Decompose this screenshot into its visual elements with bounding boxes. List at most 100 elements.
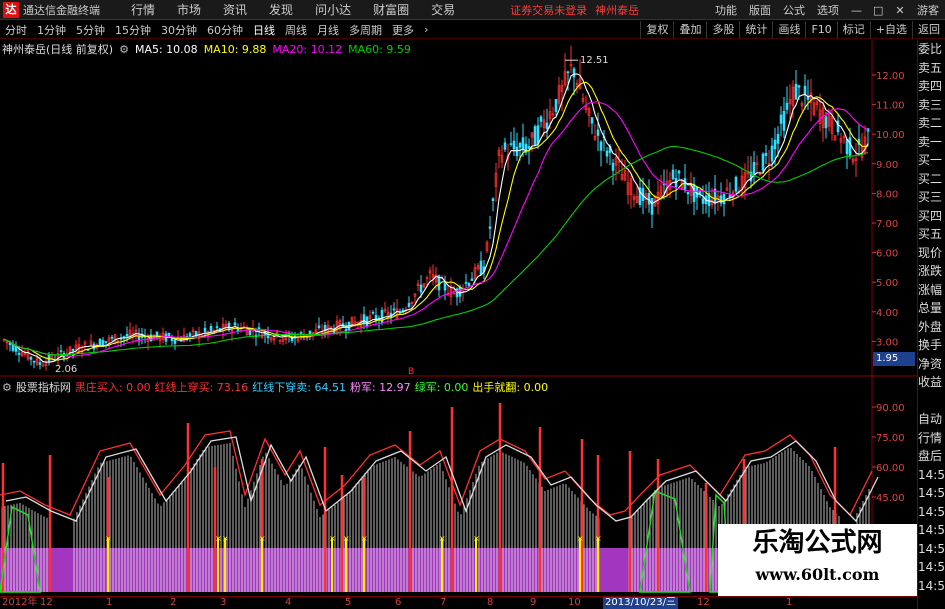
candle-body xyxy=(734,176,738,192)
side-item[interactable]: 换手 xyxy=(918,336,945,355)
stock-title: 神州泰岳(日线 前复权) xyxy=(2,43,114,56)
ma60-line xyxy=(3,145,869,356)
side-item[interactable]: 买一 xyxy=(918,151,945,170)
side-item[interactable]: 自动 xyxy=(918,410,945,429)
signal-mark: × xyxy=(361,534,368,543)
candle-body xyxy=(257,327,261,330)
side-item[interactable]: 盘后 xyxy=(918,447,945,466)
candle-body xyxy=(845,138,849,155)
side-item[interactable]: 涨跌 xyxy=(918,262,945,281)
ma20-line xyxy=(3,101,869,357)
gear-icon[interactable]: ⚙ xyxy=(2,381,12,394)
side-item[interactable]: 外盘 xyxy=(918,318,945,337)
candle-body xyxy=(98,339,102,347)
candle-body xyxy=(188,333,192,337)
candle-body xyxy=(518,143,522,148)
side-item[interactable]: 涨幅 xyxy=(918,281,945,300)
ma60-value: MA60: 9.59 xyxy=(348,42,411,56)
date-tick: 7 xyxy=(440,597,447,608)
price-label: 4.00 xyxy=(876,308,898,319)
side-item: 14:50 xyxy=(918,486,945,500)
candle-body xyxy=(611,162,615,171)
candle-body xyxy=(770,145,774,162)
side-item[interactable]: 卖五 xyxy=(918,59,945,78)
ma5-value: MA5: 10.08 xyxy=(134,42,198,56)
candle-body xyxy=(125,334,129,337)
candle-body xyxy=(8,342,12,346)
candle-body xyxy=(554,99,558,112)
buy-marker: B xyxy=(408,367,414,377)
candle-body xyxy=(491,198,495,202)
candle-body xyxy=(392,308,396,311)
side-item[interactable]: 买三 xyxy=(918,188,945,207)
watermark-url: www.60lt.com xyxy=(755,565,880,584)
candle-body xyxy=(71,348,75,352)
side-item[interactable]: 卖一 xyxy=(918,133,945,152)
price-label: 11.00 xyxy=(876,101,905,112)
side-item[interactable]: 委比 xyxy=(918,40,945,59)
candle-body xyxy=(683,178,687,191)
candle-body xyxy=(521,137,525,150)
candle-body xyxy=(536,125,540,145)
side-item[interactable]: 卖三 xyxy=(918,96,945,115)
date-tick: 6 xyxy=(395,597,402,608)
candle-body xyxy=(596,129,600,136)
side-item[interactable]: 收益 xyxy=(918,373,945,392)
date-tick: 1 xyxy=(106,597,113,608)
watermark-banner: 乐淘公式网 www.60lt.com xyxy=(718,524,917,596)
kline-chart[interactable]: × × × × × × × × × × × 12.0011.0010.009.008.007.006… xyxy=(0,0,945,609)
price-label: 9.00 xyxy=(876,160,898,171)
candle-body xyxy=(527,146,531,149)
side-item[interactable]: 现价 xyxy=(918,244,945,263)
date-tick: 10 xyxy=(568,597,581,608)
date-tick: 2 xyxy=(170,597,177,608)
candle-body xyxy=(761,153,765,171)
side-item[interactable]: 买二 xyxy=(918,170,945,189)
candle-body xyxy=(794,83,798,100)
candle-body xyxy=(686,191,690,195)
indicator-item-4: 绿军: 0.00 xyxy=(414,381,469,394)
candle-body xyxy=(776,134,780,144)
side-item xyxy=(918,392,945,411)
side-item: 14:50 xyxy=(918,504,945,519)
indicator-item-0: 黑庄买入: 0.00 xyxy=(74,381,151,394)
price-label: 8.00 xyxy=(876,189,898,200)
side-item[interactable]: 买五 xyxy=(918,225,945,244)
ma10-line xyxy=(3,81,869,361)
side-item[interactable]: 买四 xyxy=(918,207,945,226)
side-item[interactable]: 卖四 xyxy=(918,77,945,96)
low-annotation: 2.06 xyxy=(55,364,77,375)
candle-body xyxy=(677,170,681,174)
side-item[interactable]: 净资 xyxy=(918,355,945,374)
signal-mark: × xyxy=(577,534,584,543)
candle-body xyxy=(59,350,63,352)
moving-averages xyxy=(3,73,869,363)
candle-body xyxy=(785,102,789,110)
candle-body xyxy=(479,260,483,276)
indicator-label: 60.00 xyxy=(876,463,905,474)
side-item[interactable]: 行情 xyxy=(918,429,945,448)
high-annotation: 12.51 xyxy=(580,55,609,66)
candle-body xyxy=(173,339,177,344)
indicator-item-5: 出手就翻: 0.00 xyxy=(472,381,549,394)
candle-body xyxy=(824,116,828,129)
candle-body xyxy=(692,184,696,202)
candle-body xyxy=(773,139,777,150)
candle-body xyxy=(701,198,705,204)
candle-body xyxy=(209,326,213,331)
candle-body xyxy=(467,283,471,287)
candle-body xyxy=(539,116,543,122)
side-item: 14:50 xyxy=(918,467,945,482)
candle-body xyxy=(344,328,348,331)
candle-body xyxy=(836,120,840,133)
candle-body xyxy=(407,303,411,307)
indicator-info-bar: ⚙ 股票指标网 黑庄买入: 0.00 红线上穿买: 73.16 红线下穿卖: 6… xyxy=(2,379,552,395)
side-item[interactable]: 卖二 xyxy=(918,114,945,133)
candle-body xyxy=(515,146,519,157)
side-item[interactable]: 总量 xyxy=(918,299,945,318)
candle-body xyxy=(215,326,219,328)
indicator-name[interactable]: 股票指标网 xyxy=(16,379,71,395)
ma10-value: MA10: 9.88 xyxy=(203,42,267,56)
candle-body xyxy=(728,194,732,198)
gear-icon[interactable]: ⚙ xyxy=(119,43,129,56)
